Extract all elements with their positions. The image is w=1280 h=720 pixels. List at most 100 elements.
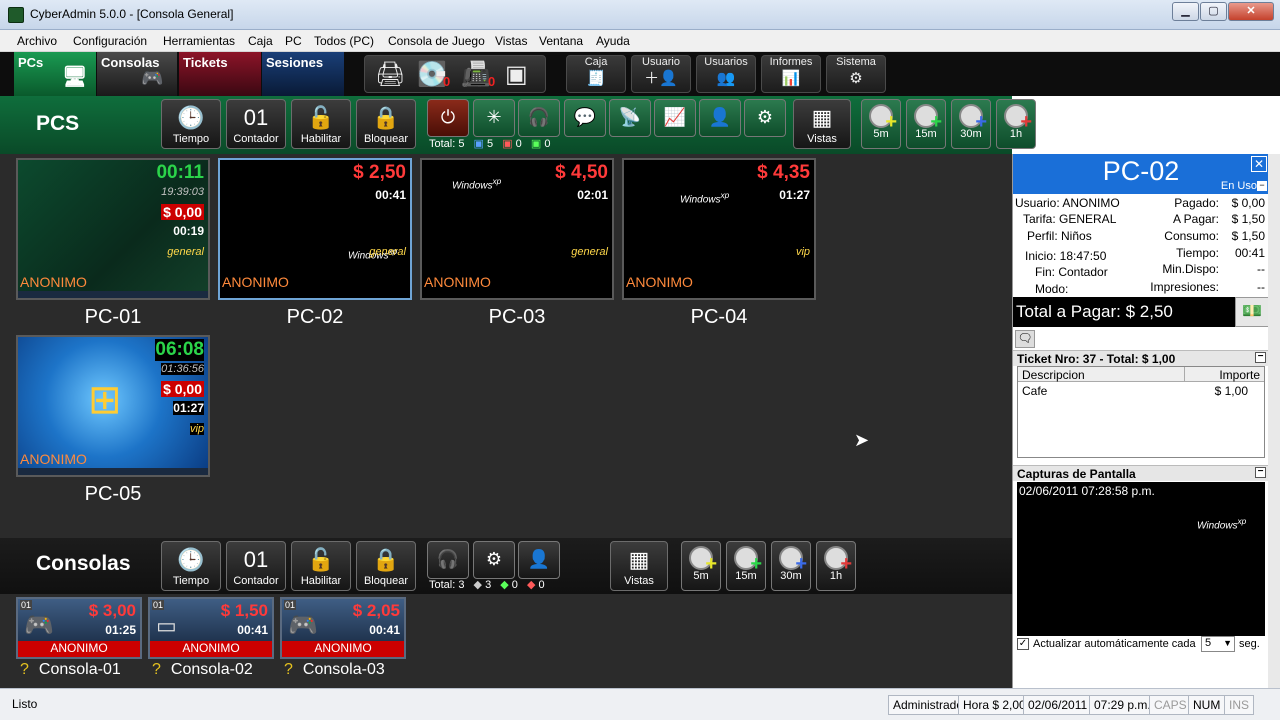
menu-consola-de-juego[interactable]: Consola de Juego: [388, 34, 485, 48]
menu-todos-pc[interactable]: Todos (PC): [314, 34, 374, 48]
menu-ventana[interactable]: Ventana: [539, 34, 583, 48]
close-icon[interactable]: ✕: [1251, 156, 1267, 172]
pc-tile-02[interactable]: $ 2,50 00:41 Windowsxp general ANONIMO: [218, 158, 412, 300]
copier-icon[interactable]: 📠: [461, 60, 491, 89]
headset-button[interactable]: 🎧: [427, 541, 469, 579]
pay-button[interactable]: 💵: [1235, 297, 1269, 327]
clock-plus-icon: +: [824, 546, 852, 574]
collapse-icon[interactable]: −: [1257, 181, 1267, 191]
pc-tile-04[interactable]: Windowsxp $ 4,35 01:27 vip ANONIMO: [622, 158, 816, 300]
pc-tile-05[interactable]: ⊞ 06:08 01:36:56 $ 0,00 01:27 vip ANONIM…: [16, 335, 210, 477]
pc-tile-03[interactable]: Windowsxp $ 4,50 02:01 general ANONIMO: [420, 158, 614, 300]
usuarios-button[interactable]: Usuarios 👥: [696, 55, 756, 93]
caja-button[interactable]: Caja 🧾: [566, 55, 626, 93]
power-button[interactable]: ⏻: [427, 99, 469, 137]
console-tile-01[interactable]: 01 🎮 $ 3,00 01:25 ANONIMO: [16, 597, 142, 659]
vistas-button[interactable]: ▦ Vistas: [610, 541, 668, 591]
tiempo-button[interactable]: 🕒 Tiempo: [161, 99, 221, 149]
informes-button[interactable]: Informes 📊: [761, 55, 821, 93]
detail-start: Inicio: 18:47:50: [1025, 249, 1107, 263]
remote-button[interactable]: 📡: [609, 99, 651, 137]
sistema-button[interactable]: Sistema ⚙: [826, 55, 886, 93]
chat-button[interactable]: 💬: [564, 99, 606, 137]
menu-archivo[interactable]: Archivo: [17, 34, 57, 48]
bloquear-button[interactable]: 🔒 Bloquear: [356, 541, 416, 591]
headset-button[interactable]: 🎧: [518, 99, 560, 137]
window-title: CyberAdmin 5.0.0 - [Consola General]: [30, 7, 234, 21]
restart-button[interactable]: ✳: [473, 99, 515, 137]
pcs-grid: 00:11 19:39:03 $ 0,00 00:19 general ANON…: [0, 154, 1012, 538]
gears-icon: ⚙: [756, 107, 774, 127]
menu-herramientas[interactable]: Herramientas: [163, 34, 235, 48]
clock-icon: 🕒: [177, 547, 205, 572]
contador-button[interactable]: 01 Contador: [226, 541, 286, 591]
minimize-button[interactable]: ▁: [1172, 2, 1199, 21]
add-user-icon: ＋👤: [644, 70, 678, 87]
auto-update-checkbox[interactable]: ✓: [1017, 638, 1029, 650]
cash-register-icon: 🧾: [586, 70, 606, 87]
add-30m-button[interactable]: +30m: [951, 99, 991, 149]
wii-remote-icon: ▭: [156, 613, 177, 638]
gear-icon: ⚙: [849, 70, 863, 87]
menu-configuracion[interactable]: Configuración: [73, 34, 147, 48]
add-1h-button[interactable]: +1h: [996, 99, 1036, 149]
chat-icon: 💬: [573, 107, 597, 127]
collapse-icon[interactable]: −: [1255, 352, 1266, 363]
tiempo-button[interactable]: 🕒 Tiempo: [161, 541, 221, 591]
detail-user: Usuario: ANONIMO: [1015, 196, 1120, 210]
add-30m-button[interactable]: +30m: [771, 541, 811, 591]
close-button[interactable]: ✕: [1228, 2, 1274, 21]
console-name: ? Consola-02: [152, 661, 253, 678]
detail-header: PC-02 ✕ En Uso −: [1013, 154, 1269, 194]
interval-select[interactable]: 5 ▼: [1201, 636, 1235, 652]
user-button[interactable]: 👤: [518, 541, 560, 579]
status-ins: INS: [1224, 695, 1255, 715]
vistas-button[interactable]: ▦ Vistas: [793, 99, 851, 149]
printer-icon[interactable]: 🖨: [375, 60, 405, 89]
cube-icon[interactable]: ▣: [505, 60, 528, 89]
habilitar-button[interactable]: 🔓 Habilitar: [291, 541, 351, 591]
headset-icon: 🎧: [436, 549, 460, 569]
windows-xp-logo: Windowsxp: [1197, 516, 1247, 532]
screenshot-view[interactable]: 02/06/2011 07:28:58 p.m. Windowsxp: [1017, 482, 1265, 636]
free-gamepad-icon: ◆: [500, 579, 509, 591]
habilitar-button[interactable]: 🔓 Habilitar: [291, 99, 351, 149]
pc-tile-01[interactable]: 00:11 19:39:03 $ 0,00 00:19 general ANON…: [16, 158, 210, 300]
add-15m-button[interactable]: +15m: [906, 99, 946, 149]
status-caps: CAPS: [1149, 695, 1192, 715]
table-row[interactable]: Cafe $ 1,00: [1018, 383, 1264, 399]
spinner-icon: ✳: [486, 107, 502, 127]
tab-consolas[interactable]: Consolas 🎮: [97, 52, 177, 96]
console-tile-02[interactable]: 01 ▭ $ 1,50 00:41 ANONIMO: [148, 597, 274, 659]
tab-sesiones[interactable]: Sesiones: [262, 52, 344, 96]
menu-pc[interactable]: PC: [285, 34, 302, 48]
detail-rate: Tarifa: GENERAL: [1023, 212, 1117, 226]
tab-tickets[interactable]: Tickets: [179, 52, 261, 96]
menu-caja[interactable]: Caja: [248, 34, 273, 48]
console-tile-03[interactable]: 01 🎮 $ 2,05 00:41 ANONIMO: [280, 597, 406, 659]
usuario-button[interactable]: Usuario ＋👤: [631, 55, 691, 93]
scrollbar[interactable]: [1268, 154, 1280, 688]
comment-button[interactable]: 🗨: [1015, 330, 1035, 348]
settings-button[interactable]: ⚙: [473, 541, 515, 579]
maximize-button[interactable]: ▢: [1200, 2, 1227, 21]
bloquear-button[interactable]: 🔒 Bloquear: [356, 99, 416, 149]
gamepad-icon: 🎮: [141, 68, 164, 88]
user-button[interactable]: 👤: [699, 99, 741, 137]
monitor-graph-button[interactable]: 📈: [654, 99, 696, 137]
to-pay-value: $ 1,50: [1231, 212, 1265, 226]
tab-pcs[interactable]: PCs 🖥: [14, 52, 96, 96]
consoles-grid: 01 🎮 $ 3,00 01:25 ANONIMO ? Consola-01 01…: [0, 594, 1012, 688]
menu-vistas[interactable]: Vistas: [495, 34, 527, 48]
add-15m-button[interactable]: +15m: [726, 541, 766, 591]
collapse-icon[interactable]: −: [1255, 467, 1266, 478]
add-5m-button[interactable]: +5m: [861, 99, 901, 149]
contador-button[interactable]: 01 Contador: [226, 99, 286, 149]
settings-button[interactable]: ⚙: [744, 99, 786, 137]
add-5m-button[interactable]: +5m: [681, 541, 721, 591]
pc-name: PC-04: [690, 306, 748, 328]
console-name: ? Consola-03: [284, 661, 385, 678]
pc-name: PC-02: [286, 306, 344, 328]
menu-ayuda[interactable]: Ayuda: [596, 34, 630, 48]
add-1h-button[interactable]: +1h: [816, 541, 856, 591]
